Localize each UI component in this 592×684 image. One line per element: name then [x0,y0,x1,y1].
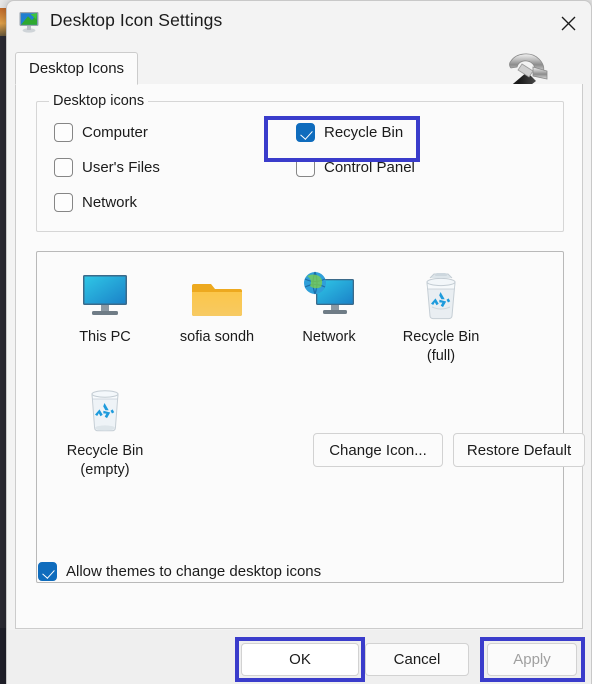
checkbox-users-files-label: User's Files [82,159,160,176]
checkbox-recycle-bin-label: Recycle Bin [324,124,404,141]
close-icon[interactable] [545,1,591,46]
recycle-bin-full-icon [385,266,497,322]
checkbox-control-panel-box[interactable] [296,158,315,177]
close-glyph [561,16,575,31]
checkbox-users-files[interactable]: User's Files [54,158,160,177]
preview-item-network[interactable]: Network [273,266,385,347]
checkbox-control-panel-label: Control Panel [324,159,415,176]
checkbox-recycle-bin[interactable]: Recycle Bin [296,123,403,142]
checkbox-network-box[interactable] [54,193,73,212]
window-title: Desktop Icon Settings [50,10,223,30]
change-icon-label: Change Icon... [329,441,427,459]
preview-item-this-pc[interactable]: This PC [49,266,161,347]
checkbox-computer-box[interactable] [54,123,73,142]
checkbox-recycle-bin-box[interactable] [296,123,315,142]
preview-label-line2: (empty) [80,462,130,478]
change-icon-button[interactable]: Change Icon... [313,433,443,467]
checkbox-allow-themes[interactable]: Allow themes to change desktop icons [38,562,321,581]
checkbox-network[interactable]: Network [54,193,137,212]
checkbox-allow-themes-label: Allow themes to change desktop icons [66,563,322,580]
preview-label-line1: Recycle Bin [402,329,480,345]
apply-button: Apply [487,643,577,676]
network-globe-monitor-icon [273,266,385,322]
checkbox-allow-themes-box[interactable] [38,562,57,581]
preview-label-user-folder: sofia sondh [179,329,255,345]
recycle-bin-empty-icon [49,380,161,436]
restore-default-button[interactable]: Restore Default [453,433,585,467]
checkbox-users-files-box[interactable] [54,158,73,177]
preview-item-recycle-bin-empty[interactable]: Recycle Bin (empty) [49,380,161,480]
preview-label-network: Network [302,329,356,345]
checkbox-control-panel[interactable]: Control Panel [296,158,415,177]
group-legend: Desktop icons [49,93,149,109]
preview-item-recycle-bin-full[interactable]: Recycle Bin (full) [385,266,497,366]
tab-page-desktop-icons: Desktop icons Computer User's Files Netw… [15,84,585,629]
desktop-icon-settings-dialog: Desktop Icon Settings Desktop Icons Desk… [6,0,592,684]
group-desktop-icons: Desktop icons Computer User's Files Netw… [36,93,564,232]
tab-desktop-icons[interactable]: Desktop Icons [15,52,139,85]
checkbox-computer-label: Computer [82,124,148,141]
preview-label-recycle-bin-empty: Recycle Bin (empty) [49,442,161,480]
tab-label: Desktop Icons [29,60,125,77]
folder-icon [161,266,273,322]
desktop-monitor-icon [18,11,42,33]
title-bar: Desktop Icon Settings [7,1,591,46]
preview-item-user-folder[interactable]: sofia sondh [161,266,273,347]
preview-label-this-pc: This PC [79,329,131,345]
icon-preview-panel: This PC sofia sondh Network Recycle Bin … [36,251,564,583]
cancel-label: Cancel [393,651,441,668]
preview-label-recycle-bin-full: Recycle Bin (full) [385,328,497,366]
monitor-icon [49,266,161,322]
ok-label: OK [289,651,311,668]
ok-button[interactable]: OK [241,643,359,676]
cancel-button[interactable]: Cancel [365,643,469,676]
preview-label-line1: Recycle Bin [66,443,144,459]
restore-default-label: Restore Default [466,441,572,459]
checkbox-computer[interactable]: Computer [54,123,148,142]
tab-strip: Desktop Icons [15,48,583,102]
preview-label-line2: (full) [426,348,456,364]
apply-label: Apply [513,651,551,668]
checkbox-network-label: Network [82,194,138,211]
